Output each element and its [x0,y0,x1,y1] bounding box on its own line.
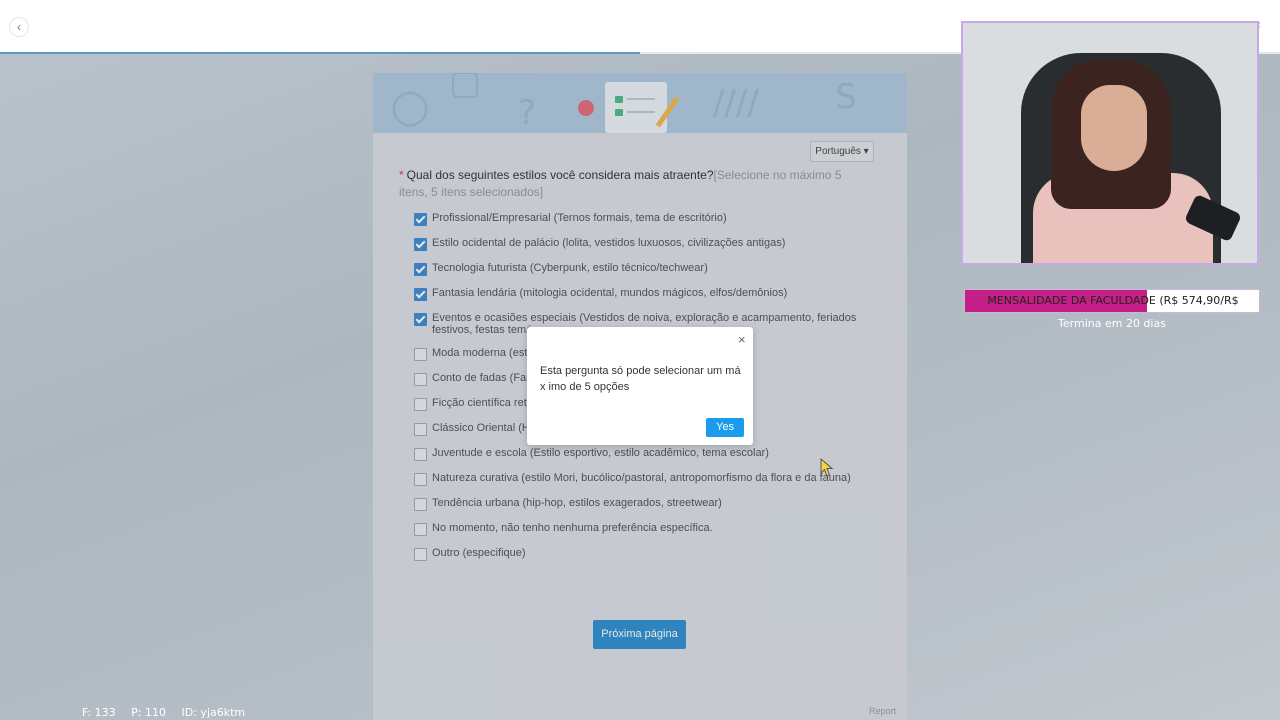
webcam-person-face [1081,85,1147,171]
alert-dialog: × Esta pergunta só pode selecionar um má… [527,327,753,445]
stat-f: F: 133 [82,706,116,719]
yes-button[interactable]: Yes [706,418,744,437]
close-icon[interactable]: × [738,332,746,347]
goal-text: MENSALIDADE DA FACULDADE (R$ 574,90/R$ 9… [987,294,1239,307]
stat-id: ID: yja6ktm [181,706,246,719]
back-icon[interactable]: ‹ [9,17,29,37]
donation-goal-bar: MENSALIDADE DA FACULDADE (R$ 574,90/R$ 9… [964,289,1260,313]
stat-p: P: 110 [131,706,167,719]
alert-message: Esta pergunta só pode selecionar um máx … [540,365,741,393]
footer-stats: F: 133 P: 110 ID: yja6ktm [82,706,257,719]
webcam-feed [961,21,1259,265]
goal-subtext: Termina em 20 dias [1058,317,1166,330]
